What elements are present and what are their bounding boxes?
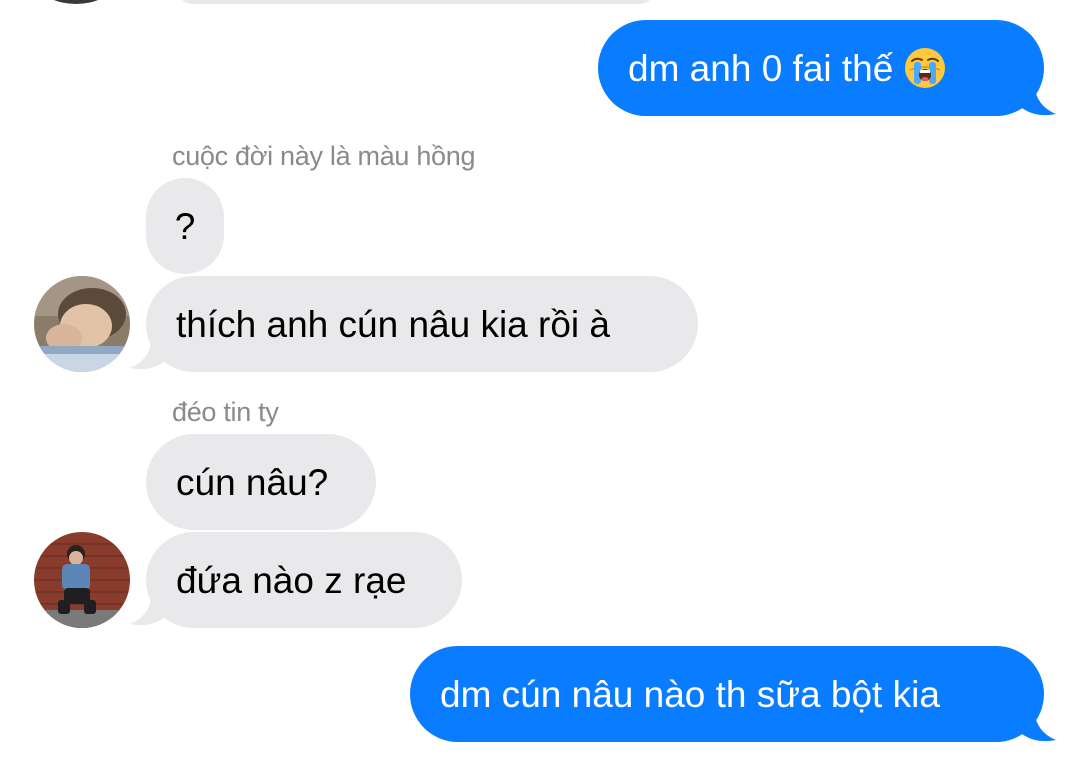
avatar[interactable] — [34, 532, 130, 628]
avatar-partial[interactable] — [40, 0, 112, 4]
message-text: ? — [174, 205, 196, 247]
incoming-message-bubble[interactable]: thích anh cún nâu kia rồi à — [146, 276, 698, 372]
message-bubble-partial[interactable] — [176, 0, 656, 4]
avatar[interactable] — [34, 276, 130, 372]
message-text: thích anh cún nâu kia rồi à — [176, 303, 611, 345]
outgoing-tail — [1022, 710, 1056, 742]
avatar-photo-icon — [34, 532, 130, 628]
message-text: đứa nào z rạe — [176, 559, 407, 601]
outgoing-message-bubble[interactable]: dm cún nâu nào th sữa bột kia — [410, 646, 1044, 742]
incoming-message-bubble[interactable]: cún nâu? — [146, 434, 376, 530]
sender-name: cuộc đời này là màu hồng — [172, 141, 476, 171]
message-text: dm cún nâu nào th sữa bột kia — [440, 673, 940, 715]
message-text: cún nâu? — [176, 461, 329, 503]
outgoing-tail — [1022, 84, 1056, 116]
incoming-message-bubble[interactable]: ? — [146, 178, 224, 274]
outgoing-message-bubble[interactable]: dm anh 0 fai thế — [598, 20, 1044, 116]
sender-name: đéo tin ty — [172, 397, 279, 427]
loudly-crying-face-icon — [905, 48, 946, 88]
message-text: dm anh 0 fai thế — [628, 47, 894, 89]
incoming-message-bubble[interactable]: đứa nào z rạe — [146, 532, 462, 628]
avatar-photo-icon — [34, 276, 130, 372]
